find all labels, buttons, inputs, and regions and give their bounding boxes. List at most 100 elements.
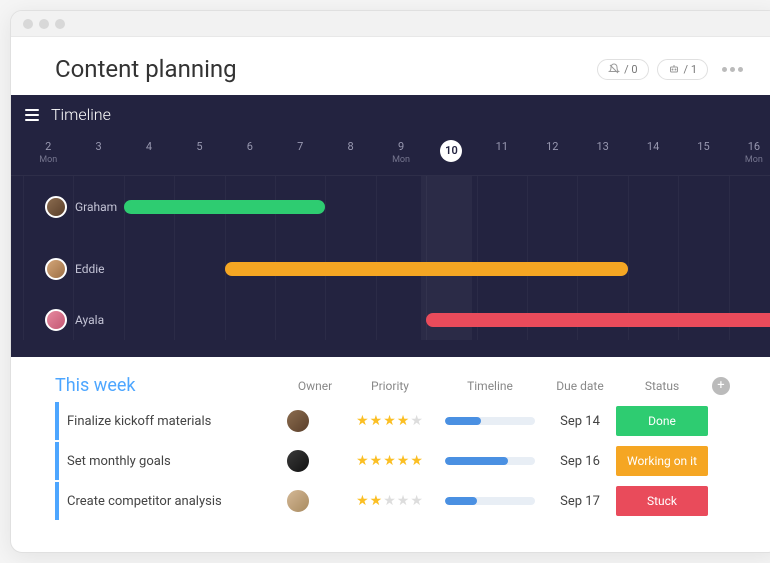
- traffic-light-close[interactable]: [23, 19, 33, 29]
- date-column[interactable]: 7: [275, 134, 325, 175]
- date-column[interactable]: 11: [477, 134, 527, 175]
- person-name: Ayala: [75, 313, 104, 327]
- date-dayofweek: Mon: [23, 155, 73, 165]
- date-column[interactable]: 16 Mon: [729, 134, 770, 175]
- person-name: Eddie: [75, 262, 105, 276]
- date-column[interactable]: 4: [124, 134, 174, 175]
- dot-icon: [722, 67, 727, 72]
- task-row[interactable]: Create competitor analysis ★★★★★ Sep 17Stu…: [55, 482, 749, 520]
- date-column[interactable]: 14: [628, 134, 678, 175]
- gantt-row-label: Ayala: [45, 309, 104, 331]
- timeline-panel: Timeline 2Mon3456789Mon10111213141516Mon…: [11, 95, 770, 357]
- column-header-timeline: Timeline: [435, 379, 545, 393]
- page-title: Content planning: [55, 55, 237, 83]
- date-number: 2: [23, 140, 73, 153]
- column-header-status: Status: [615, 379, 709, 393]
- date-column[interactable]: 15: [678, 134, 728, 175]
- header-actions: / 0 / 1: [597, 59, 749, 80]
- status-badge[interactable]: Done: [616, 406, 708, 436]
- owner-avatar[interactable]: [285, 448, 311, 474]
- priority-stars[interactable]: ★★★★★: [356, 453, 424, 469]
- date-number: 6: [225, 140, 275, 153]
- date-number: 3: [73, 140, 123, 153]
- date-dayofweek: Mon: [376, 155, 426, 165]
- timeline-header: Timeline: [11, 95, 770, 134]
- timeline-title: Timeline: [51, 105, 111, 124]
- owner-avatar[interactable]: [285, 408, 311, 434]
- dot-icon: [738, 67, 743, 72]
- this-week-section: This week Owner Priority Timeline Due da…: [11, 357, 770, 520]
- date-column[interactable]: 3: [73, 134, 123, 175]
- date-column[interactable]: 2 Mon: [23, 134, 73, 175]
- date-column[interactable]: 5: [174, 134, 224, 175]
- task-name: Finalize kickoff materials: [67, 414, 285, 429]
- column-header-owner: Owner: [285, 379, 345, 393]
- date-number: 11: [477, 140, 527, 153]
- status-badge[interactable]: Working on it: [616, 446, 708, 476]
- date-column[interactable]: 10: [426, 134, 476, 175]
- column-header-due: Due date: [545, 379, 615, 393]
- task-name: Create competitor analysis: [67, 494, 285, 509]
- page-header: Content planning / 0 / 1: [11, 37, 770, 95]
- gantt-body: Graham Eddie Ayala: [11, 176, 770, 340]
- date-number: 4: [124, 140, 174, 153]
- due-date: Sep 16: [545, 454, 615, 469]
- avatar[interactable]: [45, 258, 67, 280]
- app-window: Content planning / 0 / 1 Timeline 2Mon34…: [10, 10, 770, 553]
- bell-off-icon: [608, 63, 620, 75]
- due-date: Sep 14: [545, 414, 615, 429]
- date-column[interactable]: 13: [577, 134, 627, 175]
- due-date: Sep 17: [545, 494, 615, 509]
- gantt-row: Graham: [23, 176, 770, 238]
- column-header-priority: Priority: [345, 379, 435, 393]
- task-row[interactable]: Set monthly goals ★★★★★ Sep 16Working on i…: [55, 442, 749, 480]
- date-number: 15: [678, 140, 728, 153]
- priority-stars[interactable]: ★★★★★: [356, 413, 424, 429]
- date-dayofweek: Mon: [729, 155, 770, 165]
- date-number: 13: [577, 140, 627, 153]
- hamburger-icon[interactable]: [25, 109, 39, 121]
- more-menu-button[interactable]: [716, 61, 749, 78]
- traffic-light-zoom[interactable]: [55, 19, 65, 29]
- add-column-button[interactable]: +: [712, 377, 730, 395]
- table-header-row: This week Owner Priority Timeline Due da…: [55, 373, 749, 402]
- gantt-row: Eddie: [23, 238, 770, 300]
- gantt-bar[interactable]: [426, 313, 770, 327]
- timeline-bar[interactable]: [445, 497, 535, 505]
- date-number: 8: [325, 140, 375, 153]
- date-number: 14: [628, 140, 678, 153]
- date-column[interactable]: 9 Mon: [376, 134, 426, 175]
- window-titlebar: [11, 11, 770, 37]
- date-number: 9: [376, 140, 426, 153]
- avatar[interactable]: [45, 196, 67, 218]
- automation-badge[interactable]: / 1: [657, 59, 708, 80]
- gantt-row: Ayala: [23, 300, 770, 340]
- gantt-bar[interactable]: [124, 200, 326, 214]
- robot-icon: [668, 63, 680, 75]
- owner-avatar[interactable]: [285, 488, 311, 514]
- gantt-row-label: Eddie: [45, 258, 105, 280]
- date-axis: 2Mon3456789Mon10111213141516Mon: [11, 134, 770, 176]
- timeline-bar[interactable]: [445, 417, 535, 425]
- traffic-light-minimize[interactable]: [39, 19, 49, 29]
- task-row[interactable]: Finalize kickoff materials ★★★★★ Sep 14Don…: [55, 402, 749, 440]
- dot-icon: [730, 67, 735, 72]
- date-number: 16: [729, 140, 770, 153]
- task-name: Set monthly goals: [67, 454, 285, 469]
- status-badge[interactable]: Stuck: [616, 486, 708, 516]
- person-name: Graham: [75, 200, 117, 214]
- date-number: 5: [174, 140, 224, 153]
- timeline-bar[interactable]: [445, 457, 535, 465]
- priority-stars[interactable]: ★★★★★: [356, 493, 424, 509]
- date-column[interactable]: 6: [225, 134, 275, 175]
- avatar[interactable]: [45, 309, 67, 331]
- gantt-bar[interactable]: [225, 262, 628, 276]
- date-column[interactable]: 8: [325, 134, 375, 175]
- date-number: 12: [527, 140, 577, 153]
- notifications-badge[interactable]: / 0: [597, 59, 648, 80]
- date-column[interactable]: 12: [527, 134, 577, 175]
- gantt-row-label: Graham: [45, 196, 117, 218]
- section-title: This week: [55, 375, 136, 396]
- date-number: 7: [275, 140, 325, 153]
- date-number: 10: [440, 140, 462, 162]
